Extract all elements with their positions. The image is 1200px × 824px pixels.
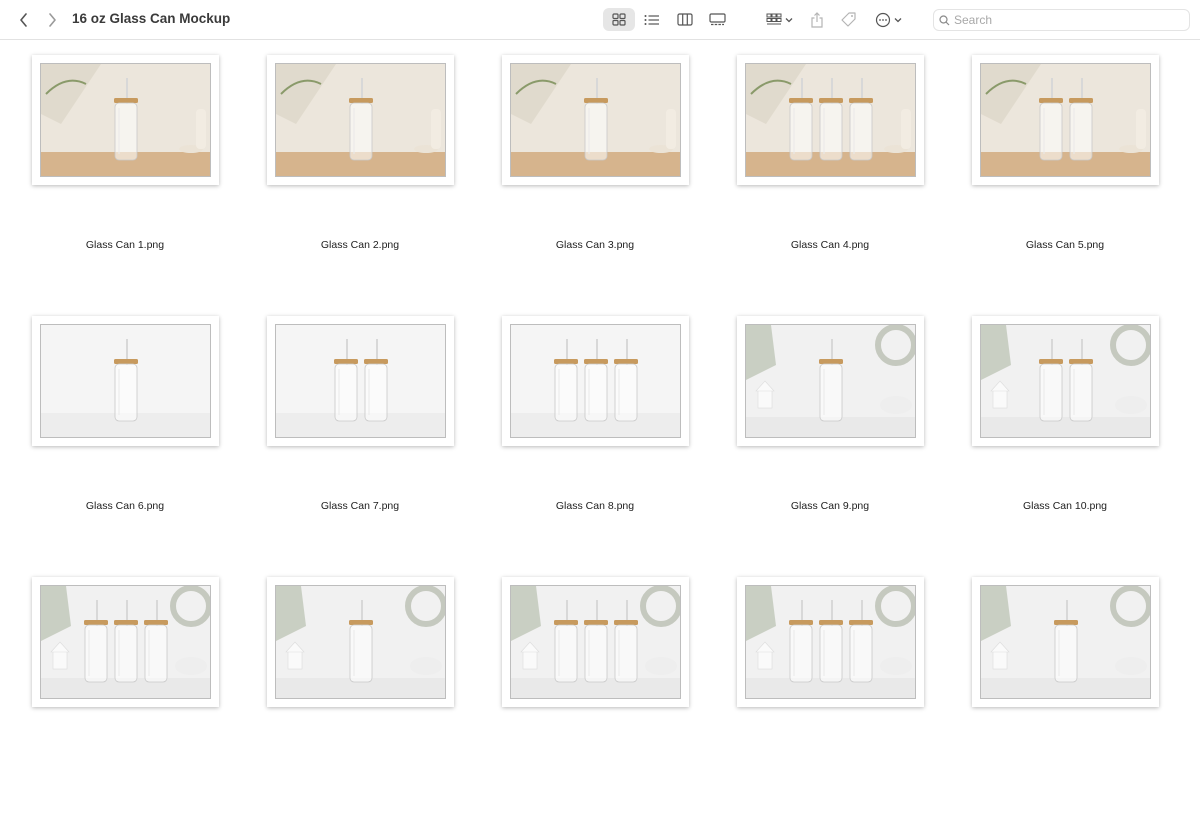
file-thumbnail[interactable]	[972, 316, 1159, 446]
thumbnail-image	[980, 63, 1151, 177]
window-title: 16 oz Glass Can Mockup	[72, 11, 231, 26]
file-grid: Glass Can 1.png Glass Can 2.png Glass Ca…	[0, 41, 1200, 724]
search-input[interactable]	[954, 12, 1184, 28]
icon-view-button[interactable]	[603, 8, 635, 31]
file-thumbnail[interactable]	[32, 577, 219, 707]
tag-icon	[840, 11, 856, 27]
file-item[interactable]	[0, 563, 235, 824]
thumbnail-image	[275, 324, 446, 438]
file-item[interactable]: Glass Can 5.png	[940, 41, 1175, 302]
file-name: Glass Can 3.png	[555, 239, 635, 251]
file-thumbnail[interactable]	[32, 316, 219, 446]
tags-button[interactable]	[837, 8, 859, 31]
file-thumbnail[interactable]	[737, 577, 924, 707]
gallery-view-icon	[708, 13, 726, 26]
thumbnail-image	[510, 585, 681, 699]
list-view-button[interactable]	[640, 8, 664, 31]
file-item[interactable]	[705, 563, 940, 824]
file-item[interactable]: Glass Can 3.png	[470, 41, 705, 302]
file-name: Glass Can 1.png	[85, 239, 165, 251]
file-name: Glass Can 9.png	[790, 500, 870, 512]
file-item[interactable]	[470, 563, 705, 824]
file-item[interactable]: Glass Can 6.png	[0, 302, 235, 563]
thumbnail-image	[980, 585, 1151, 699]
file-item[interactable]: Glass Can 2.png	[235, 41, 470, 302]
file-name: Glass Can 4.png	[790, 239, 870, 251]
search-icon	[939, 15, 950, 26]
thumbnail-image	[40, 585, 211, 699]
file-thumbnail[interactable]	[32, 55, 219, 185]
more-actions-icon	[875, 12, 890, 27]
thumbnail-image	[40, 324, 211, 438]
more-actions-button[interactable]	[871, 8, 905, 31]
thumbnail-image	[980, 324, 1151, 438]
forward-button[interactable]	[42, 10, 62, 30]
file-item[interactable]	[235, 563, 470, 824]
chevron-down-icon	[785, 17, 792, 22]
file-item[interactable]: Glass Can 7.png	[235, 302, 470, 563]
file-item[interactable]	[940, 563, 1175, 824]
thumbnail-image	[510, 324, 681, 438]
file-thumbnail[interactable]	[502, 577, 689, 707]
file-item[interactable]: Glass Can 1.png	[0, 41, 235, 302]
thumbnail-image	[40, 63, 211, 177]
file-name: Glass Can 6.png	[85, 500, 165, 512]
file-thumbnail[interactable]	[737, 316, 924, 446]
back-button[interactable]	[14, 10, 34, 30]
file-thumbnail[interactable]	[502, 55, 689, 185]
file-thumbnail[interactable]	[267, 55, 454, 185]
thumbnail-image	[745, 585, 916, 699]
file-thumbnail[interactable]	[267, 316, 454, 446]
file-item[interactable]: Glass Can 4.png	[705, 41, 940, 302]
file-thumbnail[interactable]	[972, 577, 1159, 707]
column-view-button[interactable]	[673, 8, 697, 31]
file-name: Glass Can 10.png	[1022, 500, 1108, 512]
chevron-left-icon	[20, 13, 27, 27]
file-name: Glass Can 7.png	[320, 500, 400, 512]
file-name: Glass Can 8.png	[555, 500, 635, 512]
file-item[interactable]: Glass Can 9.png	[705, 302, 940, 563]
file-name: Glass Can 2.png	[320, 239, 400, 251]
share-button[interactable]	[807, 8, 827, 31]
group-by-button[interactable]	[762, 8, 796, 31]
column-view-icon	[677, 13, 693, 26]
file-thumbnail[interactable]	[737, 55, 924, 185]
file-item[interactable]: Glass Can 8.png	[470, 302, 705, 563]
finder-toolbar: 16 oz Glass Can Mockup	[0, 0, 1200, 40]
gallery-view-button[interactable]	[705, 8, 729, 31]
list-view-icon	[644, 14, 659, 25]
file-item[interactable]: Glass Can 10.png	[940, 302, 1175, 563]
thumbnail-image	[745, 324, 916, 438]
file-thumbnail[interactable]	[972, 55, 1159, 185]
group-by-icon	[766, 13, 781, 25]
thumbnail-image	[275, 63, 446, 177]
chevron-down-icon	[894, 17, 901, 22]
icon-view-icon	[612, 13, 626, 26]
chevron-right-icon	[49, 13, 56, 27]
thumbnail-image	[275, 585, 446, 699]
file-thumbnail[interactable]	[267, 577, 454, 707]
search-field[interactable]	[933, 9, 1190, 31]
thumbnail-image	[510, 63, 681, 177]
file-name: Glass Can 5.png	[1025, 239, 1105, 251]
share-icon	[811, 11, 823, 28]
thumbnail-image	[745, 63, 916, 177]
file-thumbnail[interactable]	[502, 316, 689, 446]
